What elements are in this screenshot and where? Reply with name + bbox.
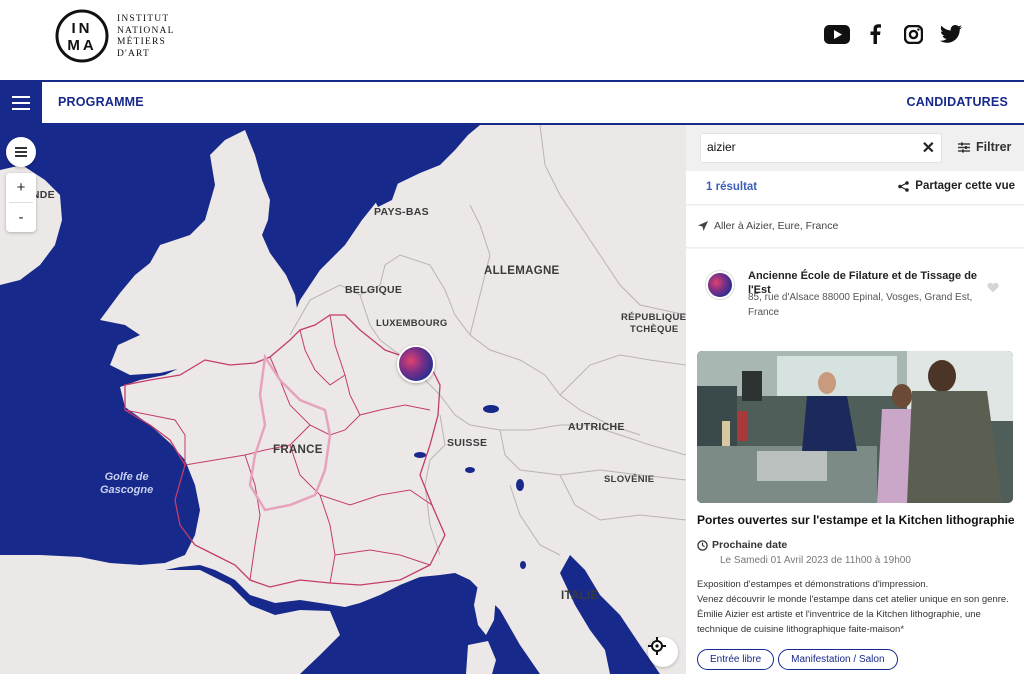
next-date-label: Prochaine date [712,539,788,551]
facebook-icon[interactable] [862,22,888,46]
svg-text:MA: MA [67,37,96,54]
map-label: BELGIQUE [345,284,403,296]
svg-text:IN: IN [72,20,93,37]
favorite-heart-icon[interactable] [987,282,999,293]
navigation-arrow-icon [698,221,708,231]
tag-entree-libre[interactable]: Entrée libre [697,649,775,670]
menu-button[interactable] [0,82,42,123]
event-photo[interactable] [697,351,1013,503]
map-label: SUISSE [447,437,488,449]
zoom-out-button[interactable]: - [6,203,36,232]
map-view[interactable]: ANDE PAYS-BAS ALLEMAGNE BELGIQUE LUXEMBO… [0,125,686,674]
brand-line: INSTITUT [117,14,170,24]
social-links [824,22,964,46]
event-title[interactable]: Portes ouvertes sur l'estampe et la Kitc… [697,513,1015,527]
sea-label-line: Gascogne [100,484,154,496]
crosshair-icon [648,637,666,655]
brand-line: NATIONAL [117,25,175,36]
site-header: IN MA INSTITUT NATIONAL MÉTIERS D'ART [0,0,1024,80]
search-bar: ✕ Filtrer [686,125,1024,171]
map-label: ALLEMAGNE [484,265,560,277]
layers-icon [15,155,27,157]
share-view-button[interactable]: Partager cette vue [898,180,1015,192]
layers-icon [15,151,27,153]
filter-button[interactable]: Filtrer [958,140,1011,154]
main-nav: PROGRAMME CANDIDATURES [0,80,1024,125]
search-input[interactable] [707,140,907,154]
goto-location[interactable]: Aller à Aizier, Eure, France [686,206,1024,248]
next-date-value: Le Samedi 01 Avril 2023 de 11h00 à 19h00 [720,555,911,566]
map-label: LUXEMBOURG [376,318,448,329]
clear-search-button[interactable]: ✕ [922,138,935,158]
map-label: PAYS-BAS [374,206,429,218]
recenter-button[interactable] [648,637,678,667]
map-label: TCHÈQUE [630,324,679,335]
place-info: Ancienne École de Filature et de Tissage… [686,249,1024,339]
event-description: Exposition d'estampes et démonstrations … [697,577,1015,637]
place-address: 85, rue d'Alsace 88000 Epinal, Vosges, G… [748,292,973,318]
menu-icon [12,101,30,104]
map-label: AUTRICHE [568,421,625,433]
next-date-header: Prochaine date [697,539,787,551]
share-icon [898,180,910,192]
description-line: Venez découvrir le monde l'estampe dans … [697,594,1009,635]
results-panel: ✕ Filtrer 1 résultat Partager [686,125,1024,674]
tag-manifestation[interactable]: Manifestation / Salon [778,649,898,670]
brand-name: INSTITUT NATIONAL MÉTIERS D'ART [117,14,175,60]
nav-programme[interactable]: PROGRAMME [58,95,144,109]
layers-icon [15,147,27,149]
brand-line: D'ART [117,48,151,59]
sea-label-line: Golfe de [104,471,149,483]
description-line: Exposition d'estampes et démonstrations … [697,579,929,590]
map-label: ITALIE [561,590,599,602]
youtube-icon[interactable] [824,22,850,46]
results-count: 1 résultat [706,181,758,193]
event-tags: Entrée libre Manifestation / Salon [697,649,898,670]
sliders-icon [958,142,970,152]
layers-button[interactable] [6,137,36,167]
map-label: SLOVÉNIE [604,474,655,485]
instagram-icon[interactable] [900,22,926,46]
share-label: Partager cette vue [915,180,1015,192]
menu-icon [12,107,30,110]
results-summary: 1 résultat Partager cette vue [686,171,1024,205]
goto-label: Aller à Aizier, Eure, France [714,220,839,232]
sea-label: Golfe de Gascogne [100,471,153,497]
clock-icon [697,539,708,551]
menu-icon [12,95,30,98]
zoom-in-button[interactable]: + [6,173,36,202]
map-marker[interactable] [397,345,435,383]
place-avatar [706,271,734,299]
nav-candidatures[interactable]: CANDIDATURES [907,95,1008,109]
zoom-control: + - [6,173,36,232]
search-box: ✕ [700,133,942,163]
event-photo-image [697,351,1013,503]
filter-label: Filtrer [976,140,1012,154]
result-card[interactable]: Ancienne École de Filature et de Tissage… [686,249,1024,674]
brand-line: MÉTIERS [117,37,167,47]
twitter-icon[interactable] [938,22,964,46]
map-label: FRANCE [273,444,323,456]
inma-logo[interactable]: IN MA [55,9,109,63]
goto-link[interactable]: Aller à Aizier, Eure, France [698,220,838,232]
map-label: RÉPUBLIQUE [621,312,686,323]
